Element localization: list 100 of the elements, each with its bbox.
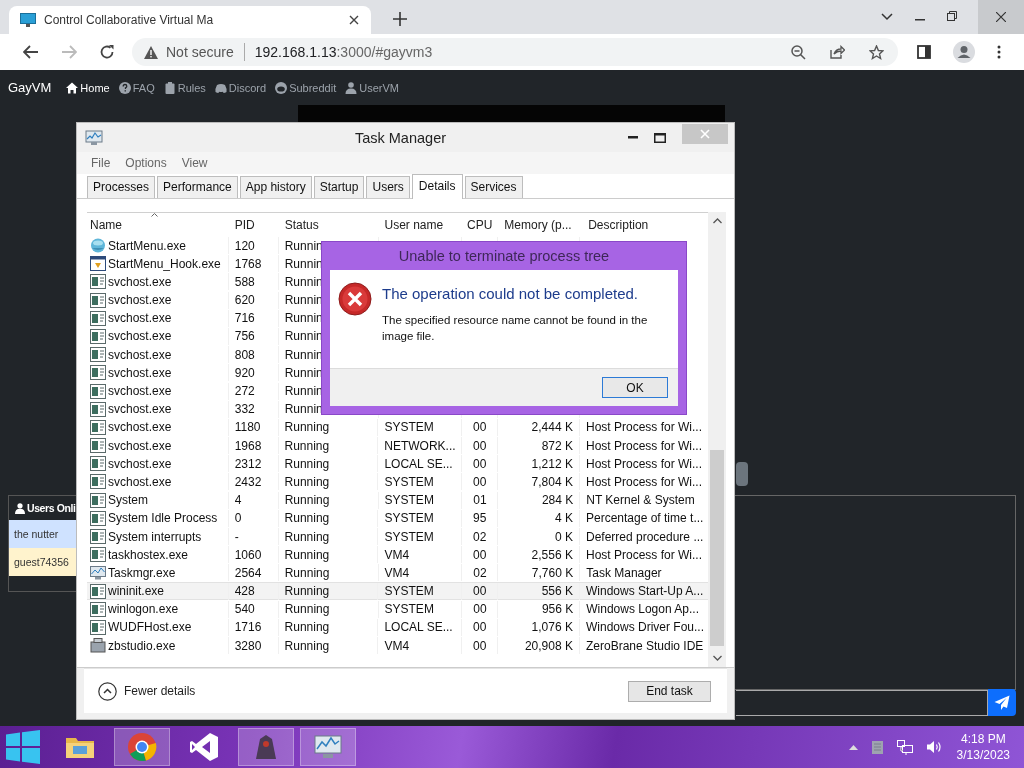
end-task-button[interactable]: End task [628, 680, 711, 702]
column-header[interactable]: Memory (p... [504, 217, 572, 232]
nav-link[interactable]: Discord [214, 81, 267, 94]
window-icon [90, 347, 106, 363]
scroll-down-icon[interactable] [712, 655, 722, 661]
column-header[interactable]: CPU [467, 217, 493, 232]
nav-link[interactable]: Rules [163, 81, 206, 94]
window-icon [90, 401, 106, 417]
table-cell: 00 [473, 456, 487, 471]
table-cell: Taskmgr.exe [108, 565, 176, 580]
tab[interactable]: Services [464, 176, 523, 198]
tab[interactable]: App history [239, 176, 312, 198]
sidebar-icon[interactable] [917, 45, 931, 59]
window-title: Task Manager [353, 129, 448, 146]
table-cell: svchost.exe [108, 293, 172, 308]
process-row[interactable]: taskhostex.exe 1060 Running VM4 00 2,556 K Host Process for Wi... [87, 545, 708, 564]
tab[interactable]: Users [366, 176, 410, 198]
app-icon [90, 638, 106, 654]
process-row[interactable]: System Idle Process 0 Running SYSTEM 95 4 K Percentage of time t... [87, 508, 708, 527]
column-header[interactable]: Name [90, 217, 122, 232]
tab[interactable]: Startup [313, 176, 365, 198]
reload-icon[interactable] [99, 44, 115, 60]
process-row[interactable]: svchost.exe 1968 Running NETWORK... 00 872 K Host Process for Wi... [87, 436, 708, 455]
process-row[interactable]: winlogon.exe 540 Running SYSTEM 00 956 K Windows Logon Ap... [87, 599, 708, 618]
security-label: Not secure [166, 44, 234, 60]
column-header[interactable]: User name [384, 217, 444, 232]
close-icon[interactable] [349, 15, 359, 25]
process-row[interactable]: System 4 Running SYSTEM 01 284 K NT Kernel & System [87, 490, 708, 509]
scroll-up-icon[interactable] [712, 218, 722, 224]
nav-link[interactable]: Home [66, 81, 110, 94]
column-header[interactable]: PID [234, 217, 255, 232]
ok-button[interactable]: OK [602, 377, 668, 398]
minimize-icon[interactable] [628, 136, 638, 139]
table-cell: Running [284, 493, 330, 508]
tab[interactable]: Performance [157, 176, 238, 198]
scrollbar[interactable] [708, 212, 726, 667]
profile-icon[interactable] [953, 41, 975, 63]
table-cell: 0 K [554, 529, 573, 544]
share-icon[interactable] [830, 45, 845, 59]
send-button[interactable] [988, 689, 1016, 716]
monitor-icon [85, 129, 103, 146]
network-icon[interactable] [896, 739, 913, 755]
menu-item[interactable]: Options [125, 156, 167, 170]
address-bar[interactable]: Not secure 192.168.1.13:3000/#gayvm3 [132, 38, 898, 66]
maximize-icon[interactable] [654, 132, 666, 143]
chat-input[interactable] [736, 690, 988, 716]
sort-caret-icon [151, 213, 158, 217]
site-brand[interactable]: GayVM [8, 80, 52, 95]
table-cell: 556 K [541, 584, 573, 599]
process-row[interactable]: wininit.exe 428 Running SYSTEM 00 556 K Windows Start-Up A... [87, 581, 708, 600]
table-cell: wininit.exe [108, 584, 165, 599]
process-row[interactable]: System interrupts - Running SYSTEM 02 0 K Deferred procedure ... [87, 527, 708, 546]
table-cell: 2,444 K [531, 420, 573, 435]
taskbar-button[interactable] [238, 728, 294, 766]
table-cell: SYSTEM [384, 511, 434, 526]
table-cell: 01 [473, 493, 487, 508]
back-icon[interactable] [23, 45, 39, 59]
user-row[interactable]: the nutter [9, 520, 76, 548]
window-icon [90, 328, 106, 344]
table-cell: Running [284, 584, 330, 599]
star-icon[interactable] [869, 44, 884, 60]
table-cell: svchost.exe [108, 365, 172, 380]
zoom-out-icon[interactable] [791, 44, 806, 60]
volume-icon[interactable] [926, 740, 943, 754]
nav-link[interactable]: Subreddit [275, 81, 337, 94]
taskbar-button[interactable] [114, 728, 170, 766]
fewer-details-link[interactable]: Fewer details [98, 681, 196, 701]
column-header[interactable]: Status [284, 217, 319, 232]
chevron-down-icon[interactable] [881, 13, 893, 21]
table-cell: Host Process for Wi... [586, 438, 703, 453]
process-row[interactable]: svchost.exe 2312 Running LOCAL SE... 00 1,212 K Host Process for Wi... [87, 454, 708, 473]
process-row[interactable]: Taskmgr.exe 2564 Running VM4 02 7,760 K Task Manager [87, 563, 708, 582]
menu-item[interactable]: View [181, 156, 208, 170]
process-row[interactable]: WUDFHost.exe 1716 Running LOCAL SE... 00 1,076 K Windows Driver Fou... [87, 617, 708, 637]
table-cell: VM4 [384, 565, 410, 580]
table-cell: 95 [473, 511, 487, 526]
more-icon[interactable] [997, 45, 1001, 59]
restore-icon[interactable] [947, 11, 957, 21]
table-cell: 2,556 K [531, 547, 573, 562]
minimize-icon[interactable] [915, 19, 925, 21]
table-cell: zbstudio.exe [108, 638, 176, 653]
tab[interactable]: Processes [87, 176, 156, 198]
tab[interactable]: Details [411, 174, 463, 199]
table-cell: 00 [473, 620, 487, 635]
windows-logo-icon[interactable] [6, 730, 40, 764]
table-cell: 1,076 K [531, 620, 573, 635]
plus-icon[interactable] [393, 12, 407, 26]
taskbar-button[interactable] [300, 728, 356, 766]
table-cell: 02 [473, 529, 487, 544]
table-cell: 272 [234, 384, 255, 398]
menu-item[interactable]: File [91, 156, 111, 170]
column-header[interactable]: Description [588, 217, 649, 232]
nav-link[interactable]: UserVM [345, 81, 399, 94]
process-row[interactable]: zbstudio.exe 3280 Running VM4 00 20,908 K ZeroBrane Studio IDE [87, 636, 708, 655]
nav-link[interactable]: FAQ [118, 81, 155, 94]
user-row[interactable]: guest74356 [9, 548, 76, 576]
up-arrow-icon[interactable] [848, 744, 858, 750]
process-row[interactable]: svchost.exe 2432 Running SYSTEM 00 7,804 K Host Process for Wi... [87, 472, 708, 491]
browser-tab[interactable]: Control Collaborative Virtual Ma [9, 6, 371, 34]
process-row[interactable]: svchost.exe 1180 Running SYSTEM 00 2,444 K Host Process for Wi... [87, 417, 708, 437]
